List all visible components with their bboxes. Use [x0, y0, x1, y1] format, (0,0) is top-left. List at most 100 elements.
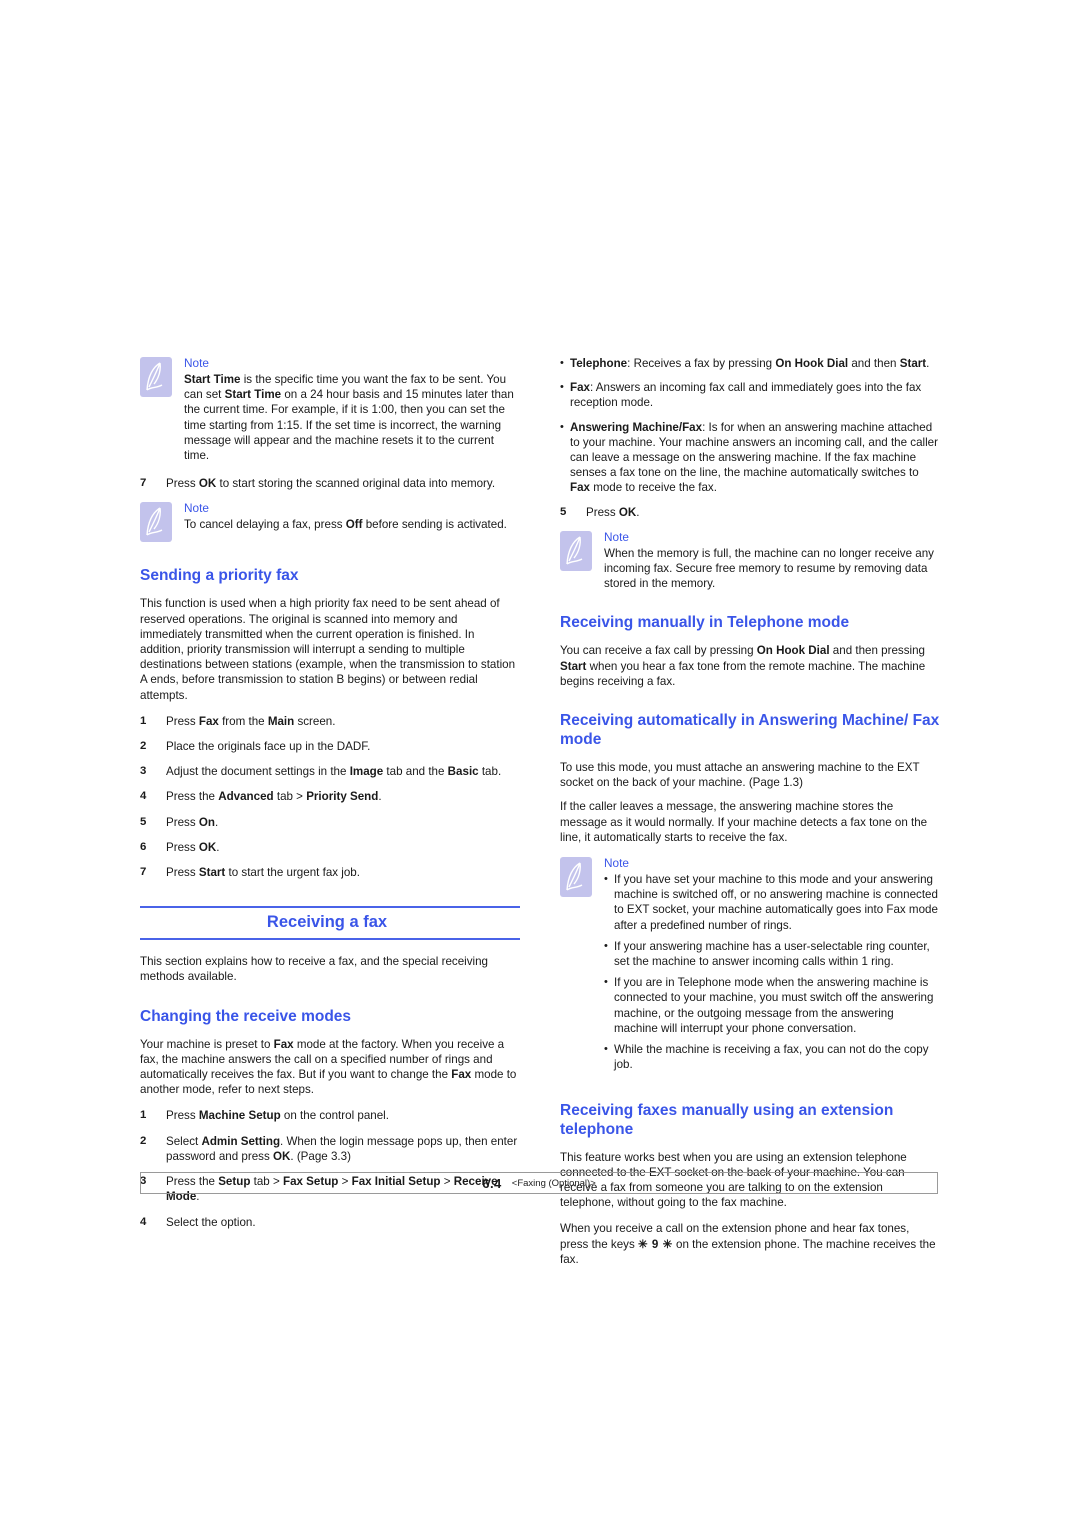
- step-number: 1: [140, 1109, 147, 1122]
- steps-changing-receive-modes: 1 Press Machine Setup on the control pan…: [140, 1108, 520, 1229]
- bullet-dot-icon: •: [604, 976, 608, 989]
- manual-page: Note Start Time is the specific time you…: [0, 0, 1080, 1527]
- bullet-text-part-2: and then: [848, 357, 900, 370]
- bullet-text: Telephone: Receives a fax by pressing On…: [570, 356, 940, 371]
- paragraph-priority-intro: This function is used when a high priori…: [140, 597, 516, 702]
- step-bold-1: Start: [198, 866, 226, 880]
- note-quill-icon: [140, 502, 174, 544]
- bullet-bold-2: Fax: [570, 481, 590, 495]
- steps-priority-fax: 1 Press Fax from the Main screen. 2 Plac…: [140, 714, 520, 880]
- step-text-part-1: Place the originals face up in the DADF.: [166, 740, 371, 754]
- bullet-bold-3: Start: [899, 357, 927, 370]
- step-bold-ok: OK: [198, 477, 217, 491]
- step-bold-1: OK: [198, 840, 217, 854]
- step-item: 5 Press On.: [140, 815, 520, 830]
- step-bold-1: On: [198, 815, 215, 829]
- bullet-text-part-3: .: [926, 357, 930, 370]
- right-column: • Telephone: Receives a fax by pressing …: [560, 356, 940, 1278]
- bullet-dot-icon: •: [560, 420, 564, 433]
- bullet-dot-icon: •: [604, 873, 608, 886]
- note-quill-icon: [560, 530, 594, 573]
- heading-sending-priority-fax: Sending a priority fax: [140, 567, 299, 585]
- note-text: Start Time is the specific time you want…: [184, 372, 520, 463]
- paragraph-answering-machine-1: To use this mode, you must attache an an…: [560, 761, 920, 790]
- note-bold-off: Off: [345, 518, 363, 532]
- step-item: 7 Press Start to start the urgent fax jo…: [140, 865, 520, 880]
- section-heading-receiving-a-fax: Receiving a fax: [140, 906, 520, 941]
- bullet-bold-1: Fax: [570, 381, 590, 395]
- step-number: 4: [140, 790, 147, 803]
- note-text-part-1: To cancel delaying a fax, press: [184, 518, 346, 532]
- step-text-part-3: . (Page 3.3): [290, 1149, 351, 1163]
- step-bold-2: OK: [272, 1149, 291, 1163]
- note-body: Note When the memory is full, the machin…: [604, 530, 940, 592]
- step-text-part-1: Press: [166, 866, 199, 880]
- step-item: 4 Select the option.: [140, 1215, 520, 1230]
- section-heading-label: Receiving a fax: [266, 913, 388, 932]
- page-footer: 6.4 <Faxing (Optional)>: [140, 1172, 938, 1194]
- step-text: Select Admin Setting. When the login mes…: [166, 1134, 520, 1164]
- heading-changing-receive-modes: Changing the receive modes: [140, 1007, 352, 1025]
- bullet-bold-1: Answering Machine/Fax: [570, 420, 703, 434]
- step-text: Press Machine Setup on the control panel…: [166, 1108, 520, 1123]
- step-item: 1 Press Machine Setup on the control pan…: [140, 1108, 520, 1123]
- paragraph-answering-machine-2: If the caller leaves a message, the answ…: [560, 800, 928, 844]
- list-item: • Fax: Answers an incoming fax call and …: [560, 380, 940, 410]
- step-bold-1: Image: [349, 765, 384, 779]
- note-text: When the memory is full, the machine can…: [604, 546, 934, 591]
- note-start-time: Note Start Time is the specific time you…: [140, 356, 520, 463]
- note-cancel-delay: Note To cancel delaying a fax, press Off…: [140, 501, 520, 544]
- step-number: 5: [140, 815, 147, 828]
- step-number: 7: [140, 477, 147, 490]
- step-text-part-2: .: [636, 505, 640, 519]
- step-bold-1: Advanced: [218, 790, 274, 804]
- bullet-bold-1: Telephone: [570, 357, 628, 370]
- step-number: 5: [560, 505, 567, 518]
- list-item: • If you are in Telephone mode when the …: [604, 975, 940, 1036]
- step-number: 1: [140, 714, 147, 727]
- para-text-part-2: and then pressing: [829, 644, 925, 658]
- bullet-text: Answering Machine/Fax: Is for when an an…: [570, 420, 940, 496]
- list-item: • Answering Machine/Fax: Is for when an …: [560, 420, 940, 496]
- step-item: 5 Press OK.: [560, 505, 940, 520]
- heading-receiving-answering-machine-mode: Receiving automatically in Answering Mac…: [560, 712, 940, 749]
- step-number: 6: [140, 840, 147, 853]
- para-bold-on-hook-dial: On Hook Dial: [756, 644, 830, 658]
- paragraph-telephone-mode: You can receive a fax call by pressing O…: [560, 643, 940, 689]
- step-text-part-2: .: [216, 840, 220, 854]
- list-item: • Telephone: Receives a fax by pressing …: [560, 356, 940, 371]
- note-text-part-2: before sending is activated.: [362, 518, 507, 532]
- para-bold-start: Start: [560, 659, 587, 673]
- step-text-part-2: tab and the: [383, 765, 448, 779]
- step-text-part-2: from the: [218, 714, 268, 728]
- step-bold-2: Main: [267, 714, 295, 728]
- step-bold-1: Machine Setup: [198, 1109, 281, 1123]
- bullets-receive-modes: • Telephone: Receives a fax by pressing …: [560, 356, 940, 496]
- step-text: Press OK.: [166, 840, 520, 855]
- para-bold-fax-2: Fax: [451, 1068, 472, 1082]
- step-item: 7 Press OK to start storing the scanned …: [140, 476, 520, 491]
- step-text-part-3: .: [378, 790, 382, 804]
- step-text: Press On.: [166, 815, 520, 830]
- step-text-part-1: Press: [166, 815, 199, 829]
- note-title: Note: [604, 856, 629, 871]
- step-item: 2 Select Admin Setting. When the login m…: [140, 1134, 520, 1164]
- step-text-part-2: to start the urgent fax job.: [225, 866, 360, 880]
- para-bold-fax-1: Fax: [273, 1037, 294, 1051]
- step-text-part-1: Press the: [166, 790, 219, 804]
- asterisk-nine-asterisk-keys: ✳ 9 ✳: [637, 1237, 673, 1251]
- note-title: Note: [604, 529, 629, 544]
- step-item: 6 Press OK.: [140, 840, 520, 855]
- step-text-part-1: Press: [166, 714, 199, 728]
- bullet-dot-icon: •: [604, 939, 608, 952]
- list-item: • If your answering machine has a user-s…: [604, 939, 940, 969]
- step-text: Press OK.: [586, 505, 940, 520]
- bullet-text-part-2: mode to receive the fax.: [589, 481, 717, 495]
- bullet-dot-icon: •: [560, 357, 564, 369]
- step-text: Press Fax from the Main screen.: [166, 714, 520, 729]
- step-text-part-1: Press: [586, 505, 619, 519]
- note-body: Note • If you have set your machine to t…: [604, 856, 940, 1078]
- step-text-part-1: Select the option.: [166, 1215, 256, 1229]
- footer-page-number: 6.4: [482, 1175, 502, 1191]
- step-bold-1: Fax: [198, 714, 219, 728]
